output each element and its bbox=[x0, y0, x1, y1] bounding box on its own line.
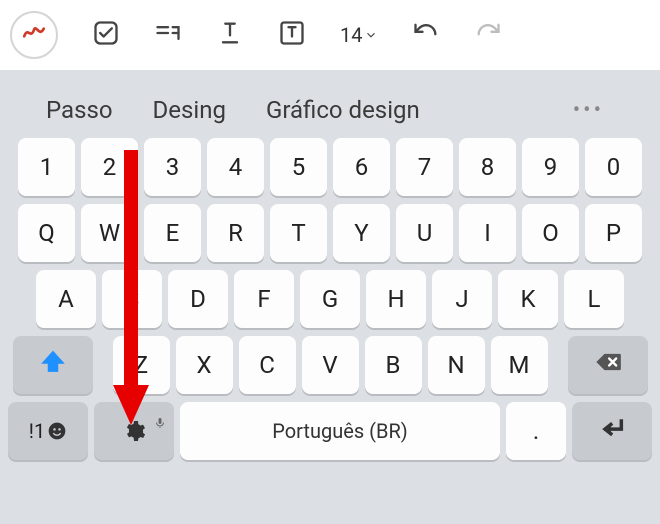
key-2[interactable]: 2 bbox=[81, 138, 138, 196]
key-g[interactable]: G bbox=[300, 270, 360, 328]
key-k[interactable]: K bbox=[498, 270, 558, 328]
key-shift[interactable] bbox=[13, 336, 93, 394]
checkbox-tool[interactable] bbox=[92, 21, 120, 49]
enter-icon bbox=[598, 414, 626, 448]
key-t[interactable]: T bbox=[270, 204, 327, 262]
key-s[interactable]: S bbox=[102, 270, 162, 328]
key-r[interactable]: R bbox=[207, 204, 264, 262]
text-size-icon bbox=[154, 19, 182, 51]
key-row-bottom: !1 Português (BR) . bbox=[8, 402, 652, 460]
more-suggestions-icon[interactable]: ••• bbox=[573, 98, 604, 123]
suggestion-bar: Passo Desing Gráfico design ••• bbox=[8, 82, 652, 138]
key-space[interactable]: Português (BR) bbox=[180, 402, 500, 460]
soft-keyboard: Passo Desing Gráfico design ••• 1 2 3 4 … bbox=[0, 70, 660, 524]
key-h[interactable]: H bbox=[366, 270, 426, 328]
key-n[interactable]: N bbox=[428, 336, 485, 394]
underline-icon bbox=[216, 19, 244, 51]
key-c[interactable]: C bbox=[239, 336, 296, 394]
key-enter[interactable] bbox=[572, 402, 652, 460]
key-backspace[interactable] bbox=[568, 336, 648, 394]
font-size-value: 14 bbox=[340, 23, 362, 47]
key-q[interactable]: Q bbox=[18, 204, 75, 262]
key-o[interactable]: O bbox=[522, 204, 579, 262]
redo-icon bbox=[474, 19, 502, 51]
microphone-icon bbox=[154, 407, 166, 419]
key-u[interactable]: U bbox=[396, 204, 453, 262]
scribble-icon bbox=[21, 20, 47, 50]
key-e[interactable]: E bbox=[144, 204, 201, 262]
key-3[interactable]: 3 bbox=[144, 138, 201, 196]
key-w[interactable]: W bbox=[81, 204, 138, 262]
key-7[interactable]: 7 bbox=[396, 138, 453, 196]
key-v[interactable]: V bbox=[302, 336, 359, 394]
key-6[interactable]: 6 bbox=[333, 138, 390, 196]
shift-icon bbox=[39, 348, 67, 382]
key-symbols[interactable]: !1 bbox=[8, 402, 88, 460]
symbols-label: !1 bbox=[29, 419, 45, 443]
gear-icon bbox=[122, 419, 146, 443]
key-x[interactable]: X bbox=[176, 336, 233, 394]
checkbox-icon bbox=[92, 19, 120, 51]
undo-icon bbox=[412, 19, 440, 51]
text-size-tool[interactable] bbox=[154, 21, 182, 49]
chevron-down-icon bbox=[364, 23, 378, 47]
key-9[interactable]: 9 bbox=[522, 138, 579, 196]
key-settings[interactable] bbox=[94, 402, 174, 460]
editor-toolbar: 14 bbox=[0, 0, 660, 70]
key-m[interactable]: M bbox=[491, 336, 548, 394]
key-i[interactable]: I bbox=[459, 204, 516, 262]
key-5[interactable]: 5 bbox=[270, 138, 327, 196]
font-size-selector[interactable]: 14 bbox=[340, 23, 378, 47]
key-j[interactable]: J bbox=[432, 270, 492, 328]
key-row-numbers: 1 2 3 4 5 6 7 8 9 0 bbox=[8, 138, 652, 196]
backspace-icon bbox=[594, 348, 622, 382]
key-row-asdf: A S D F G H J K L bbox=[8, 270, 652, 328]
key-p[interactable]: P bbox=[585, 204, 642, 262]
redo-button[interactable] bbox=[474, 21, 502, 49]
key-z[interactable]: Z bbox=[113, 336, 170, 394]
key-b[interactable]: B bbox=[365, 336, 422, 394]
key-row-qwerty: Q W E R T Y U I O P bbox=[8, 204, 652, 262]
key-0[interactable]: 0 bbox=[585, 138, 642, 196]
key-row-zxcv: Z X C V B N M bbox=[8, 336, 652, 394]
key-4[interactable]: 4 bbox=[207, 138, 264, 196]
undo-button[interactable] bbox=[412, 21, 440, 49]
suggestion-item-0[interactable]: Passo bbox=[46, 96, 113, 124]
text-box-tool[interactable] bbox=[278, 21, 306, 49]
suggestion-item-2[interactable]: Gráfico design bbox=[266, 96, 420, 124]
emoji-icon bbox=[47, 421, 67, 441]
key-a[interactable]: A bbox=[36, 270, 96, 328]
text-box-icon bbox=[278, 19, 306, 51]
underline-tool[interactable] bbox=[216, 21, 244, 49]
key-d[interactable]: D bbox=[168, 270, 228, 328]
key-l[interactable]: L bbox=[564, 270, 624, 328]
key-1[interactable]: 1 bbox=[18, 138, 75, 196]
key-period[interactable]: . bbox=[506, 402, 566, 460]
key-f[interactable]: F bbox=[234, 270, 294, 328]
key-y[interactable]: Y bbox=[333, 204, 390, 262]
draw-tool-button[interactable] bbox=[10, 11, 58, 59]
suggestion-item-1[interactable]: Desing bbox=[153, 96, 226, 124]
key-8[interactable]: 8 bbox=[459, 138, 516, 196]
